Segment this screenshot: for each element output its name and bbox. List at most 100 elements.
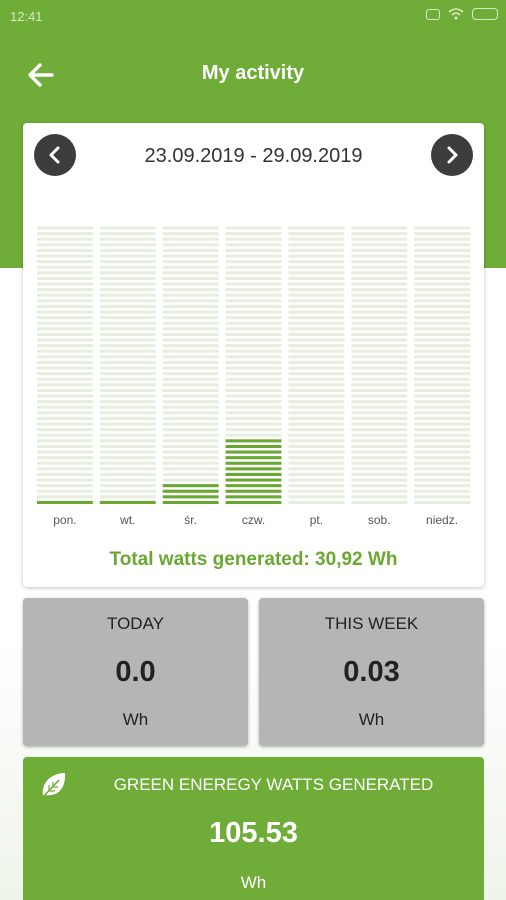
bar-segment-empty bbox=[414, 321, 471, 325]
bar-segment-empty bbox=[414, 416, 471, 420]
bar-segment-empty bbox=[99, 450, 156, 454]
page-title: My activity bbox=[201, 62, 305, 84]
bar-segment-empty bbox=[37, 232, 93, 236]
bar-segment-empty bbox=[414, 372, 471, 376]
bar-segment-empty bbox=[37, 433, 93, 437]
bar-segment-empty bbox=[225, 366, 282, 370]
bar-segment-empty bbox=[99, 271, 156, 275]
bar-segment-empty bbox=[37, 400, 93, 404]
bar-segment-empty bbox=[99, 433, 156, 437]
bar-column bbox=[99, 226, 156, 504]
bar-segment-empty bbox=[288, 366, 345, 370]
bar-segment-empty bbox=[99, 411, 156, 415]
bar-segment-empty bbox=[37, 411, 93, 415]
green-energy-card: GREEN ENEREGY WATTS GENERATED 105.53 Wh bbox=[23, 757, 484, 900]
bar-segment-empty bbox=[414, 450, 471, 454]
bar-segment-empty bbox=[351, 372, 408, 376]
bar-segment-empty bbox=[162, 444, 219, 448]
bar-segment-empty bbox=[99, 416, 156, 420]
bar-segment-empty bbox=[351, 405, 408, 409]
bar-segment-empty bbox=[162, 349, 219, 353]
bar-segment-empty bbox=[351, 226, 408, 230]
bar-segment-empty bbox=[99, 467, 156, 471]
bar-segment-empty bbox=[288, 467, 345, 471]
bar-segment-filled bbox=[99, 500, 156, 504]
bar-segment-empty bbox=[162, 467, 219, 471]
bar-segment-empty bbox=[414, 288, 471, 292]
bar-segment-filled bbox=[225, 461, 282, 465]
bar-segment-empty bbox=[414, 282, 471, 286]
bar-segment-empty bbox=[414, 366, 471, 370]
bar-segment-empty bbox=[414, 299, 471, 303]
bar-segment-empty bbox=[351, 310, 408, 314]
bar-segment-empty bbox=[225, 265, 282, 269]
bar-segment-empty bbox=[351, 237, 408, 241]
bar-segment-empty bbox=[37, 422, 93, 426]
bar-segment-empty bbox=[162, 428, 219, 432]
x-tick-label: pt. bbox=[310, 513, 323, 527]
bar-segment-empty bbox=[288, 405, 345, 409]
bar-segment-empty bbox=[99, 226, 156, 230]
bar-segment-empty bbox=[99, 282, 156, 286]
bar-segment-empty bbox=[99, 310, 156, 314]
bar-segment-empty bbox=[414, 265, 471, 269]
bar-segment-empty bbox=[351, 411, 408, 415]
bar-segment-empty bbox=[162, 433, 219, 437]
x-tick-label: pon. bbox=[53, 513, 76, 527]
bar-segment-empty bbox=[99, 288, 156, 292]
bar-segment-empty bbox=[37, 332, 93, 336]
bar-segment-empty bbox=[162, 422, 219, 426]
bar-segment-empty bbox=[99, 484, 156, 488]
bar-segment-empty bbox=[414, 232, 471, 236]
bar-segment-empty bbox=[37, 265, 93, 269]
bar-segment-empty bbox=[288, 422, 345, 426]
bar-segment-empty bbox=[162, 472, 219, 476]
bar-segment-empty bbox=[414, 304, 471, 308]
bar-segment-empty bbox=[162, 260, 219, 264]
bar-segment-empty bbox=[414, 327, 471, 331]
battery-icon bbox=[472, 8, 498, 20]
bar-segment-empty bbox=[162, 327, 219, 331]
bar-segment-empty bbox=[414, 489, 471, 493]
bar-segment-empty bbox=[414, 495, 471, 499]
bar-segment-empty bbox=[37, 349, 93, 353]
bar-segment-empty bbox=[225, 383, 282, 387]
bar-segment-empty bbox=[99, 344, 156, 348]
bar-segment-empty bbox=[414, 422, 471, 426]
this-week-label: THIS WEEK bbox=[324, 614, 419, 633]
bar-segment-empty bbox=[288, 388, 345, 392]
bar-segment-empty bbox=[288, 316, 345, 320]
bar-segment-empty bbox=[225, 377, 282, 381]
bar-segment-empty bbox=[414, 394, 471, 398]
bar-segment-empty bbox=[37, 383, 93, 387]
bar-segment-empty bbox=[351, 422, 408, 426]
bar-segment-empty bbox=[99, 444, 156, 448]
bar-segment-empty bbox=[99, 299, 156, 303]
bar-segment-empty bbox=[37, 495, 93, 499]
bar-segment-empty bbox=[225, 405, 282, 409]
bar-segment-empty bbox=[37, 377, 93, 381]
bar-segment-empty bbox=[162, 288, 219, 292]
bar-segment-empty bbox=[99, 366, 156, 370]
green-energy-value: 105.53 bbox=[209, 817, 298, 849]
bar-segment-empty bbox=[37, 461, 93, 465]
this-week-value: 0.03 bbox=[343, 656, 400, 688]
bar-segment-empty bbox=[351, 344, 408, 348]
bar-segment-empty bbox=[225, 288, 282, 292]
bar-segment-empty bbox=[288, 271, 345, 275]
bar-column bbox=[414, 226, 471, 504]
bar-segment-empty bbox=[351, 355, 408, 359]
bar-segment-empty bbox=[351, 377, 408, 381]
bar-segment-empty bbox=[288, 332, 345, 336]
bar-segment-empty bbox=[162, 366, 219, 370]
bar-segment-empty bbox=[225, 248, 282, 252]
bar-segment-empty bbox=[288, 338, 345, 342]
bar-segment-empty bbox=[414, 456, 471, 460]
bar-segment-filled bbox=[162, 500, 219, 504]
bar-segment-empty bbox=[414, 355, 471, 359]
bar-segment-empty bbox=[414, 461, 471, 465]
bar-segment-empty bbox=[288, 416, 345, 420]
bar-segment-empty bbox=[225, 388, 282, 392]
bar-segment-empty bbox=[414, 400, 471, 404]
bar-segment-empty bbox=[414, 388, 471, 392]
